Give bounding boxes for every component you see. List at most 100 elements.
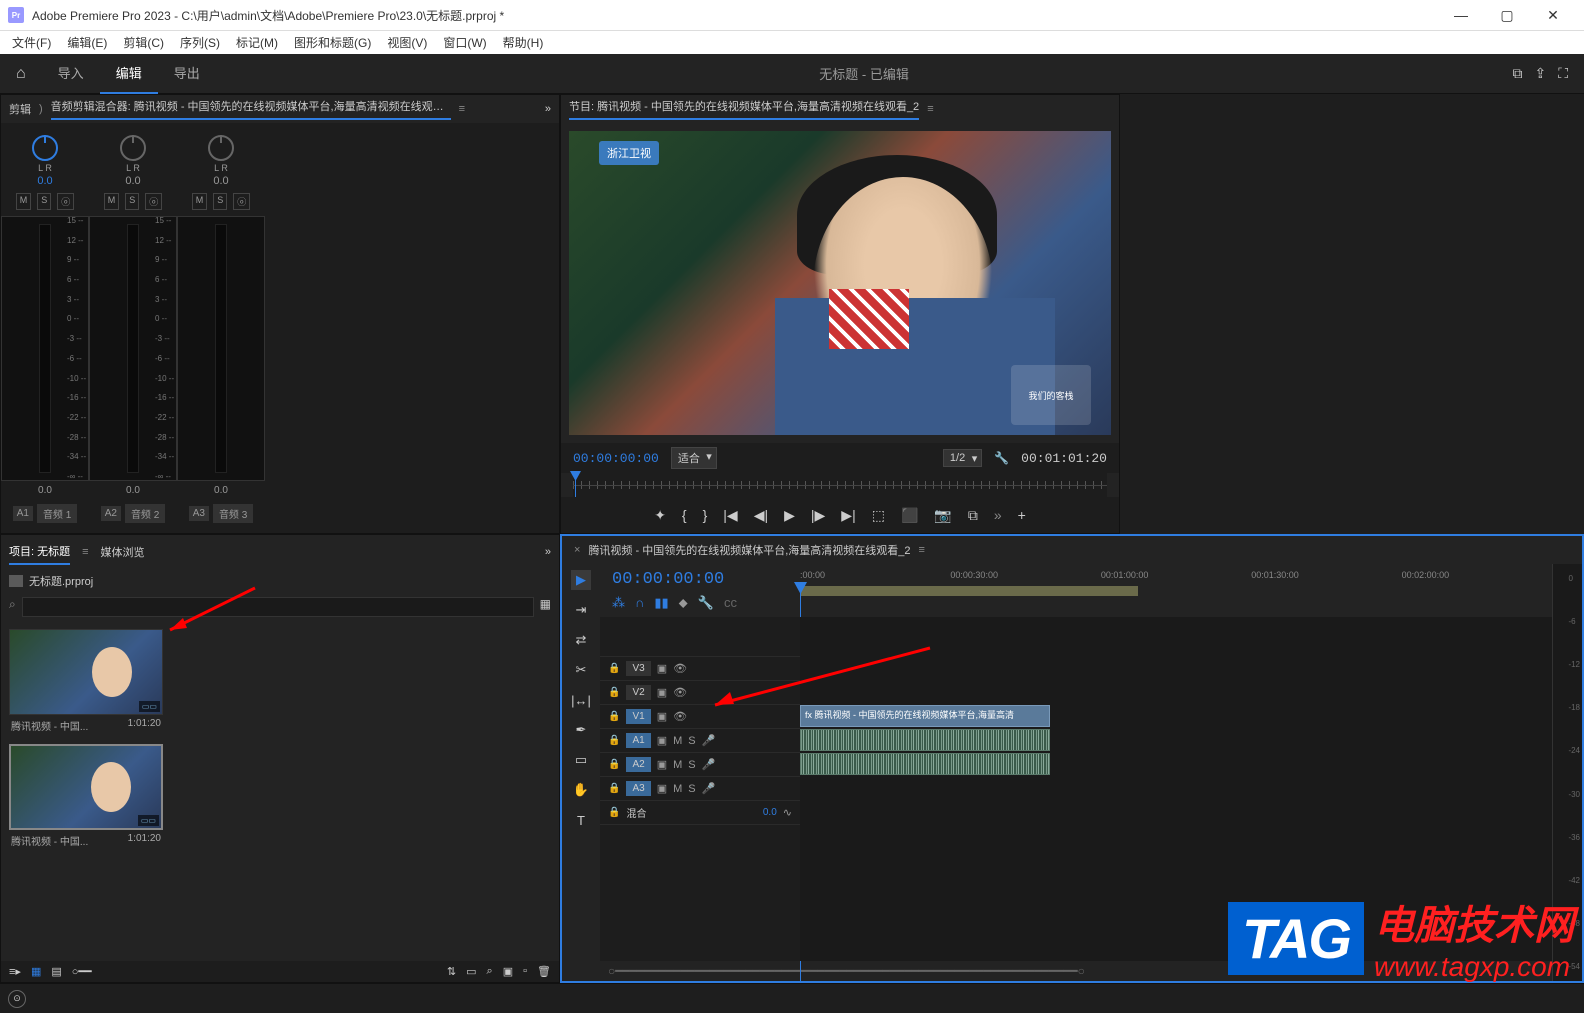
toggle-output-icon[interactable]: ▣ [657, 734, 667, 747]
sort-icon[interactable]: ⇅ [447, 965, 456, 978]
creative-cloud-icon[interactable]: ⊙ [8, 990, 26, 1008]
panel-menu-icon[interactable]: » [545, 103, 551, 115]
channel-name[interactable]: 音频 3 [213, 504, 253, 523]
play-button[interactable]: ▶ [784, 507, 795, 524]
razor-tool[interactable]: ✂ [571, 660, 591, 680]
lock-icon[interactable]: 🔒 [608, 687, 620, 698]
program-playhead[interactable] [575, 473, 576, 497]
menu-剪辑(C)[interactable]: 剪辑(C) [115, 34, 172, 51]
type-tool[interactable]: T [571, 810, 591, 830]
add-button-icon[interactable]: + [1018, 507, 1026, 523]
quick-export-icon[interactable]: ⧉ [1512, 65, 1522, 82]
settings-icon[interactable]: 🔧 [994, 451, 1009, 465]
timeline-ruler[interactable]: :00:0000:00:30:0000:01:00:0000:01:30:000… [800, 564, 1552, 614]
toggle-output-icon[interactable]: ▣ [657, 662, 667, 675]
project-tab[interactable]: 项目: 无标题 [9, 539, 70, 565]
toggle-output-icon[interactable]: ▣ [657, 686, 667, 699]
pan-knob[interactable] [120, 135, 146, 161]
pan-value[interactable]: 0.0 [213, 175, 228, 187]
workspace-tab-导入[interactable]: 导入 [42, 53, 100, 94]
find-icon[interactable]: ⌕ [487, 965, 493, 978]
icon-view-icon[interactable]: ▦ [31, 965, 41, 978]
step-back-button[interactable]: ◀| [754, 507, 768, 524]
mso-ⓞ[interactable]: ⓞ [57, 193, 74, 210]
toggle-output-icon[interactable]: ▣ [657, 758, 667, 771]
step-forward-button[interactable]: |▶ [811, 507, 825, 524]
eye-icon[interactable]: 👁 [673, 710, 687, 723]
track-label[interactable]: A1 [626, 733, 650, 748]
audio-clip-a1[interactable] [800, 729, 1050, 751]
track-label[interactable]: V2 [626, 685, 650, 700]
track-select-tool[interactable]: ⇥ [571, 600, 591, 620]
snap-icon[interactable]: ⁂ [612, 595, 625, 611]
program-video-display[interactable]: 浙江卫视 我们的客栈 [569, 131, 1111, 435]
comparison-view-button[interactable]: ⧉ [968, 507, 978, 524]
mso-M[interactable]: M [16, 193, 32, 210]
mso-S[interactable]: S [125, 193, 139, 210]
go-to-out-button[interactable]: ▶| [841, 507, 855, 524]
solo-icon[interactable]: S [688, 783, 695, 795]
toggle-output-icon[interactable]: ▣ [657, 782, 667, 795]
toggle-output-icon[interactable]: ▣ [657, 710, 667, 723]
bin-row[interactable]: 无标题.prproj [1, 569, 559, 593]
pan-value[interactable]: 0.0 [37, 175, 52, 187]
audio-track-A2[interactable]: 🔒A2▣MS🎤 [600, 753, 800, 777]
track-label[interactable]: V1 [626, 709, 650, 724]
panel-expand-icon[interactable]: » [545, 546, 551, 558]
mso-M[interactable]: M [192, 193, 208, 210]
lock-icon[interactable]: 🔒 [608, 783, 620, 794]
pan-knob[interactable] [208, 135, 234, 161]
fullscreen-icon[interactable]: ⛶ [1558, 65, 1568, 82]
mute-icon[interactable]: M [673, 783, 682, 795]
filter-icon[interactable]: ▦ [540, 597, 551, 617]
maximize-button[interactable]: ▢ [1484, 0, 1530, 30]
pen-tool[interactable]: ✒ [571, 720, 591, 740]
export-frame-button[interactable]: 📷 [934, 507, 951, 524]
menu-帮助(H)[interactable]: 帮助(H) [495, 34, 552, 51]
fader-value[interactable]: 0.0 [126, 485, 140, 496]
lock-icon[interactable]: 🔒 [608, 711, 620, 722]
mark-out-button[interactable]: } [703, 507, 708, 523]
project-search-input[interactable] [22, 597, 534, 617]
home-icon[interactable]: ⌂ [0, 65, 42, 83]
video-track-V1[interactable]: 🔒 V1 ▣ 👁 [600, 705, 800, 729]
sequence-tab[interactable]: 腾讯视频 - 中国领先的在线视频媒体平台,海量高清视频在线观看_2 [588, 542, 910, 558]
menu-标记(M)[interactable]: 标记(M) [228, 34, 286, 51]
button-editor-icon[interactable]: » [994, 507, 1002, 523]
eye-icon[interactable]: 👁 [673, 662, 687, 675]
mute-icon[interactable]: M [673, 735, 682, 747]
pan-value[interactable]: 0.0 [125, 175, 140, 187]
mso-ⓞ[interactable]: ⓞ [233, 193, 250, 210]
resolution-dropdown[interactable]: 1/2 [943, 449, 982, 467]
mix-track[interactable]: 🔒混合0.0∿ [600, 801, 800, 825]
program-scrubber[interactable] [573, 473, 1107, 497]
pan-knob[interactable] [32, 135, 58, 161]
lift-button[interactable]: ⬚ [872, 507, 885, 524]
lock-icon[interactable]: 🔒 [608, 759, 620, 770]
channel-id[interactable]: A2 [101, 506, 121, 521]
lock-icon[interactable]: 🔒 [608, 807, 620, 818]
video-track-V3[interactable]: 🔒V3▣👁 [600, 657, 800, 681]
linked-selection-icon[interactable]: ∩ [635, 595, 644, 611]
minimize-button[interactable]: — [1438, 0, 1484, 30]
close-button[interactable]: ✕ [1530, 0, 1576, 30]
eye-icon[interactable]: 👁 [673, 686, 687, 699]
caption-icon[interactable]: cc [724, 595, 737, 611]
mso-M[interactable]: M [104, 193, 120, 210]
lock-icon[interactable]: 🔒 [608, 735, 620, 746]
selection-tool[interactable]: ▶ [571, 570, 591, 590]
channel-id[interactable]: A1 [13, 506, 33, 521]
project-item[interactable]: ▭▭ 腾讯视频 - 中国...1:01:20 [9, 629, 163, 736]
lock-icon[interactable]: 🔒 [608, 663, 620, 674]
go-to-in-button[interactable]: |◀ [723, 507, 737, 524]
work-area-bar[interactable] [800, 586, 1138, 596]
voice-over-icon[interactable]: 🎤 [702, 782, 716, 795]
rectangle-tool[interactable]: ▭ [571, 750, 591, 770]
menu-窗口(W)[interactable]: 窗口(W) [435, 34, 494, 51]
clip-tab[interactable]: 剪辑 [9, 101, 31, 117]
video-clip[interactable]: fx 腾讯视频 - 中国领先的在线视频媒体平台,海量高清 [800, 705, 1050, 727]
extract-button[interactable]: ⬛ [901, 507, 918, 524]
delete-icon[interactable]: 🗑 [537, 965, 551, 978]
solo-icon[interactable]: S [688, 759, 695, 771]
mark-in-button[interactable]: { [682, 507, 687, 523]
